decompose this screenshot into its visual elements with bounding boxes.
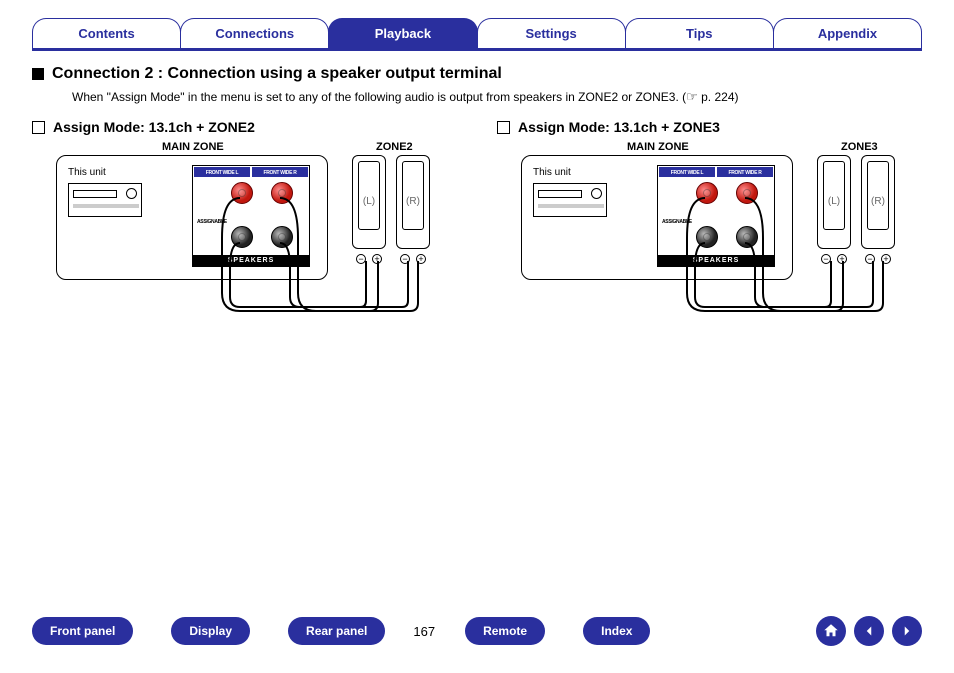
tab-connections[interactable]: Connections bbox=[180, 18, 329, 48]
next-page-icon[interactable] bbox=[892, 616, 922, 646]
column-zone3: Assign Mode: 13.1ch + ZONE3 MAIN ZONE ZO… bbox=[497, 119, 922, 318]
nav-icons bbox=[816, 616, 922, 646]
home-icon[interactable] bbox=[816, 616, 846, 646]
page-content: Connection 2 : Connection using a speake… bbox=[32, 51, 922, 318]
wire-icon bbox=[497, 143, 907, 318]
section-title-text: Connection 2 : Connection using a speake… bbox=[52, 65, 502, 83]
column-zone2: Assign Mode: 13.1ch + ZONE2 MAIN ZONE ZO… bbox=[32, 119, 457, 318]
page-number: 167 bbox=[413, 624, 435, 639]
diagram-columns: Assign Mode: 13.1ch + ZONE2 MAIN ZONE ZO… bbox=[32, 119, 922, 318]
tab-contents[interactable]: Contents bbox=[32, 18, 181, 48]
diagram-zone3: MAIN ZONE ZONE3 This unit FRONT WIDE L F… bbox=[497, 143, 907, 318]
tab-playback[interactable]: Playback bbox=[328, 18, 477, 48]
section-heading: Connection 2 : Connection using a speake… bbox=[32, 65, 922, 83]
desc-text: When "Assign Mode" in the menu is set to… bbox=[72, 90, 686, 104]
top-tabs: Contents Connections Playback Settings T… bbox=[32, 18, 922, 51]
pill-display[interactable]: Display bbox=[171, 617, 250, 645]
mode-heading-zone2[interactable]: Assign Mode: 13.1ch + ZONE2 bbox=[32, 119, 457, 135]
pill-index[interactable]: Index bbox=[583, 617, 650, 645]
mode-title-text: Assign Mode: 13.1ch + ZONE2 bbox=[53, 119, 255, 135]
pill-remote[interactable]: Remote bbox=[465, 617, 545, 645]
checkbox-icon bbox=[497, 121, 510, 134]
mode-heading-zone3[interactable]: Assign Mode: 13.1ch + ZONE3 bbox=[497, 119, 922, 135]
tab-appendix[interactable]: Appendix bbox=[773, 18, 922, 48]
diagram-zone2: MAIN ZONE ZONE2 This unit FRONT WIDE L F… bbox=[32, 143, 442, 318]
checkbox-icon bbox=[32, 121, 45, 134]
pill-front-panel[interactable]: Front panel bbox=[32, 617, 133, 645]
pill-rear-panel[interactable]: Rear panel bbox=[288, 617, 385, 645]
pointer-icon: ☞ bbox=[686, 89, 698, 105]
tab-tips[interactable]: Tips bbox=[625, 18, 774, 48]
tab-settings[interactable]: Settings bbox=[477, 18, 626, 48]
page-ref-link[interactable]: p. 224) bbox=[698, 90, 739, 104]
prev-page-icon[interactable] bbox=[854, 616, 884, 646]
square-bullet-icon bbox=[32, 68, 44, 80]
bottom-nav: Front panel Display Rear panel 167 Remot… bbox=[32, 617, 922, 645]
mode-title-text: Assign Mode: 13.1ch + ZONE3 bbox=[518, 119, 720, 135]
wire-icon bbox=[32, 143, 442, 318]
section-description: When "Assign Mode" in the menu is set to… bbox=[72, 89, 922, 105]
